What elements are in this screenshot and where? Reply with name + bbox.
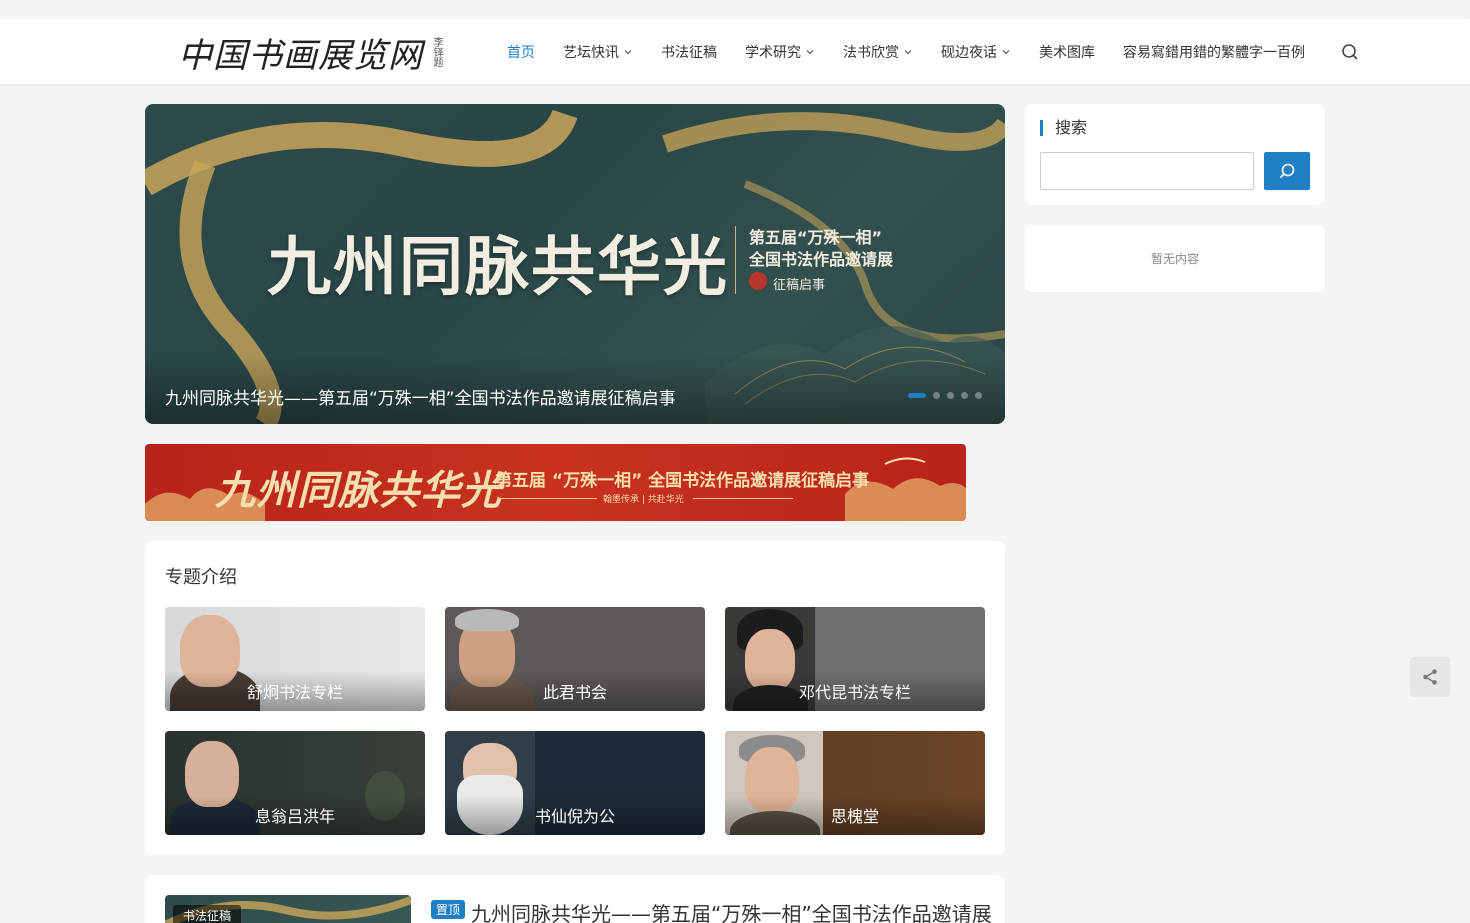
topic-card-label: 思槐堂 — [830, 807, 879, 826]
slider-pagination — [908, 392, 989, 399]
nav-item-appreciation[interactable]: 法书欣赏 — [843, 42, 913, 62]
banner-headline: 九州同脉共华光 — [215, 467, 502, 514]
main-nav: 首页 艺坛快讯 书法征稿 学术研究 法书欣赏 砚边夜话 美术图库 容易寫錯用錯的… — [507, 19, 1333, 84]
widget-title: 搜索 — [1040, 120, 1087, 136]
post-thumbnail[interactable]: 书法征稿 — [165, 895, 411, 923]
search-icon[interactable] — [1340, 42, 1360, 62]
topic-card-label: 息翁吕洪年 — [254, 807, 335, 826]
nav-item-art-gallery[interactable]: 美术图库 — [1039, 42, 1095, 62]
nav-item-label: 书法征稿 — [661, 44, 717, 61]
nav-item-night-talk[interactable]: 砚边夜话 — [941, 42, 1011, 62]
nav-item-label: 学术研究 — [745, 44, 801, 61]
promo-banner[interactable]: 九州同脉共华光 第五届 “万殊一相” 全国书法作品邀请展征稿启事 翰墨传承 | … — [145, 444, 966, 521]
portrait-hair — [455, 609, 519, 631]
nav-item-calligraphy-call[interactable]: 书法征稿 — [661, 42, 717, 62]
nav-item-label: 砚边夜话 — [941, 44, 997, 61]
slider-divider — [735, 226, 736, 294]
post-item[interactable]: 书法征稿 置顶 九州同脉共华光——第五届“万殊一相”全国书法作品邀请展 — [145, 875, 1005, 923]
chevron-down-icon — [1002, 49, 1010, 54]
share-icon — [1423, 669, 1437, 685]
topic-card[interactable]: 此君书会 — [445, 607, 705, 711]
slider-subtitle-1: 第五届“万殊一相” — [749, 228, 883, 247]
topic-card-label: 舒炯书法专栏 — [246, 683, 343, 702]
nav-item-research[interactable]: 学术研究 — [745, 42, 815, 62]
chevron-down-icon — [624, 49, 632, 54]
search-icon — [1279, 163, 1295, 179]
topic-card[interactable]: 书仙倪为公 — [445, 731, 705, 835]
logo-signature: 李铎题 — [431, 37, 442, 67]
nav-item-label: 艺坛快讯 — [563, 44, 619, 61]
slider-dot[interactable] — [975, 392, 982, 399]
logo-text: 中国书画展览网 — [178, 35, 423, 76]
nav-item-label: 美术图库 — [1039, 44, 1095, 61]
nav-item-label: 容易寫錯用錯的繁體字一百例 — [1123, 44, 1305, 61]
search-button[interactable] — [1264, 152, 1310, 190]
empty-widget: 暂无内容 — [1025, 225, 1325, 292]
topic-card[interactable]: 息翁吕洪年 — [165, 731, 425, 835]
post-title[interactable]: 九州同脉共华光——第五届“万殊一相”全国书法作品邀请展 — [471, 898, 992, 923]
topic-card-label: 邓代昆书法专栏 — [798, 683, 911, 702]
post-category-tag[interactable]: 书法征稿 — [173, 905, 242, 923]
slider-subtitle-2: 全国书法作品邀请展 — [749, 250, 894, 269]
nav-item-art-news[interactable]: 艺坛快讯 — [563, 42, 633, 62]
topic-card[interactable]: 思槐堂 — [725, 731, 985, 835]
search-input[interactable] — [1040, 152, 1254, 190]
banner-rule-right — [693, 498, 793, 499]
slider-headline: 九州同脉共华光 — [267, 230, 729, 305]
chevron-down-icon — [904, 49, 912, 54]
slider-dot[interactable] — [961, 392, 968, 399]
top-strip — [0, 0, 1470, 19]
banner-rule-left — [497, 498, 597, 499]
topic-card[interactable]: 舒炯书法专栏 — [165, 607, 425, 711]
nav-item-home[interactable]: 首页 — [507, 42, 535, 62]
sticky-badge: 置顶 — [431, 900, 466, 919]
chevron-down-icon — [806, 49, 814, 54]
slider-dot[interactable] — [933, 392, 940, 399]
slider-caption[interactable]: 九州同脉共华光——第五届“万殊一相”全国书法作品邀请展征稿启事 — [165, 384, 676, 409]
site-header: 中国书画展览网 李铎题 首页 艺坛快讯 书法征稿 学术研究 法书欣赏 砚边夜话 … — [0, 19, 1470, 84]
share-button[interactable] — [1410, 657, 1450, 697]
site-logo[interactable]: 中国书画展览网 李铎题 — [160, 27, 442, 77]
nav-item-label: 首页 — [507, 44, 535, 61]
slider-dot[interactable] — [947, 392, 954, 399]
nav-item-label: 法书欣赏 — [843, 44, 899, 61]
empty-text: 暂无内容 — [1150, 252, 1199, 266]
search-widget: 搜索 — [1025, 104, 1325, 205]
topics-section: 专题介绍 舒炯书法专栏 此君书会 邓代昆书法专栏 息翁吕洪年 书仙倪为公 思槐堂 — [145, 541, 1005, 855]
slider-subtitle-3: 征稿启事 — [773, 278, 826, 293]
slider-dot-active[interactable] — [908, 393, 926, 398]
banner-tagline: 翰墨传承 | 共赴华光 — [603, 495, 684, 505]
hero-slider[interactable]: 九州同脉共华光 第五届“万殊一相” 全国书法作品邀请展 征稿启事 九州同脉共华光… — [145, 104, 1005, 424]
nav-item-traditional-chars[interactable]: 容易寫錯用錯的繁體字一百例 — [1123, 42, 1305, 62]
topic-card[interactable]: 邓代昆书法专栏 — [725, 607, 985, 711]
topic-card-label: 书仙倪为公 — [534, 807, 615, 826]
section-title: 专题介绍 — [165, 567, 237, 588]
seal-icon — [749, 272, 767, 290]
banner-subtitle: 第五届 “万殊一相” 全国书法作品邀请展征稿启事 — [495, 471, 870, 491]
topic-card-label: 此君书会 — [542, 683, 607, 702]
